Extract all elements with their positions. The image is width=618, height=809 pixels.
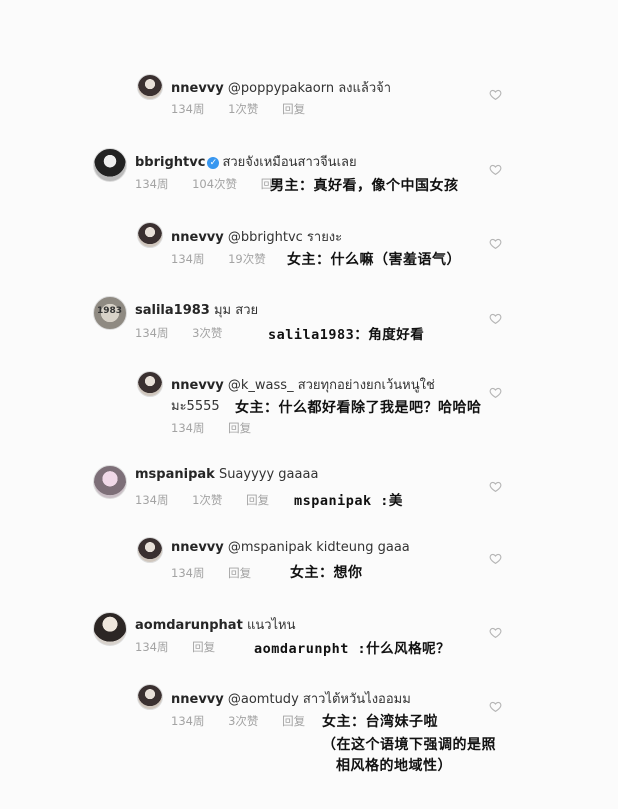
translation-caption: 女主：台湾妹子啦 bbox=[322, 714, 438, 730]
comment-text: Suayyyy gaaaa bbox=[218, 467, 319, 482]
translation-caption: mspanipak :美 bbox=[294, 493, 403, 509]
heart-icon[interactable] bbox=[489, 161, 502, 176]
heart-icon[interactable] bbox=[489, 550, 502, 565]
timestamp: 134周 bbox=[135, 640, 169, 654]
reply-button[interactable]: 回复 bbox=[282, 102, 305, 116]
username[interactable]: nnevvy bbox=[171, 378, 224, 393]
avatar[interactable] bbox=[93, 148, 127, 182]
timestamp: 134周 bbox=[135, 326, 169, 340]
translation-caption-line2: （在这个语境下强调的是照 bbox=[322, 737, 496, 753]
translation-caption: 女主：想你 bbox=[290, 565, 363, 581]
username[interactable]: nnevvy bbox=[171, 540, 224, 555]
username[interactable]: nnevvy bbox=[171, 81, 224, 96]
timestamp: 134周 bbox=[171, 421, 205, 435]
avatar-label: 1983 bbox=[97, 306, 123, 316]
avatar[interactable]: 1983 bbox=[93, 296, 127, 330]
comment-text: @k_wass_ สวยทุกอย่างยกเว้นหนูใช่ bbox=[227, 378, 435, 393]
translation-caption-line3: 相风格的地域性） bbox=[336, 758, 452, 774]
heart-icon[interactable] bbox=[489, 235, 502, 250]
comment-text: สวยจังเหมือนสาวจีนเลย bbox=[222, 155, 357, 170]
timestamp: 134周 bbox=[171, 252, 205, 266]
reply-button[interactable]: 回复 bbox=[228, 566, 251, 580]
timestamp: 134周 bbox=[171, 102, 205, 116]
avatar[interactable] bbox=[137, 371, 163, 397]
heart-icon[interactable] bbox=[489, 310, 502, 325]
heart-icon[interactable] bbox=[489, 86, 502, 101]
username[interactable]: aomdarunphat bbox=[135, 618, 243, 633]
username[interactable]: salila1983 bbox=[135, 303, 210, 318]
timestamp: 134周 bbox=[135, 177, 169, 191]
like-count[interactable]: 104次赞 bbox=[192, 177, 237, 191]
like-count[interactable]: 3次赞 bbox=[228, 714, 258, 728]
heart-icon[interactable] bbox=[489, 384, 502, 399]
avatar[interactable] bbox=[137, 537, 163, 563]
reply-button[interactable]: 回复 bbox=[282, 714, 305, 728]
comment-text: @aomtudy สาวไต้หวันไงออมม bbox=[227, 692, 411, 707]
translation-caption: salila1983：角度好看 bbox=[268, 327, 425, 343]
comment-text: @mspanipak kidteung gaaa bbox=[227, 540, 410, 555]
translation-caption: 女主：什么嘛（害羞语气） bbox=[287, 252, 461, 268]
username[interactable]: nnevvy bbox=[171, 692, 224, 707]
avatar[interactable] bbox=[137, 74, 163, 100]
username[interactable]: nnevvy bbox=[171, 230, 224, 245]
heart-icon[interactable] bbox=[489, 478, 502, 493]
comment-text: @bbrightvc รายงะ bbox=[227, 230, 343, 245]
reply-button[interactable]: 回复 bbox=[246, 493, 269, 507]
comment-text-continued: มะ5555 bbox=[171, 399, 220, 414]
avatar[interactable] bbox=[137, 222, 163, 248]
username[interactable]: bbrightvc bbox=[135, 155, 205, 170]
heart-icon[interactable] bbox=[489, 624, 502, 639]
translation-caption: 女主：什么都好看除了我是吧？哈哈哈 bbox=[235, 400, 482, 416]
translation-caption: aomdarunpht :什么风格呢？ bbox=[254, 641, 451, 657]
like-count[interactable]: 3次赞 bbox=[192, 326, 222, 340]
verified-badge-icon: ✓ bbox=[207, 157, 220, 169]
reply-button[interactable]: 回复 bbox=[192, 640, 215, 654]
timestamp: 134周 bbox=[171, 566, 205, 580]
comment-text: มุม สวย bbox=[213, 303, 259, 318]
avatar[interactable] bbox=[137, 684, 163, 710]
timestamp: 134周 bbox=[135, 493, 169, 507]
heart-icon[interactable] bbox=[489, 698, 502, 713]
avatar[interactable] bbox=[93, 612, 127, 646]
translation-caption: 男主：真好看，像个中国女孩 bbox=[270, 178, 459, 194]
reply-button[interactable]: 回复 bbox=[228, 421, 251, 435]
like-count[interactable]: 1次赞 bbox=[228, 102, 258, 116]
comment-text: @poppypakaorn ลงแล้วจ้า bbox=[227, 81, 392, 96]
like-count[interactable]: 1次赞 bbox=[192, 493, 222, 507]
like-count[interactable]: 19次赞 bbox=[228, 252, 266, 266]
username[interactable]: mspanipak bbox=[135, 467, 215, 482]
timestamp: 134周 bbox=[171, 714, 205, 728]
avatar[interactable] bbox=[93, 465, 127, 499]
comment-text: แนวไหน bbox=[246, 618, 296, 633]
